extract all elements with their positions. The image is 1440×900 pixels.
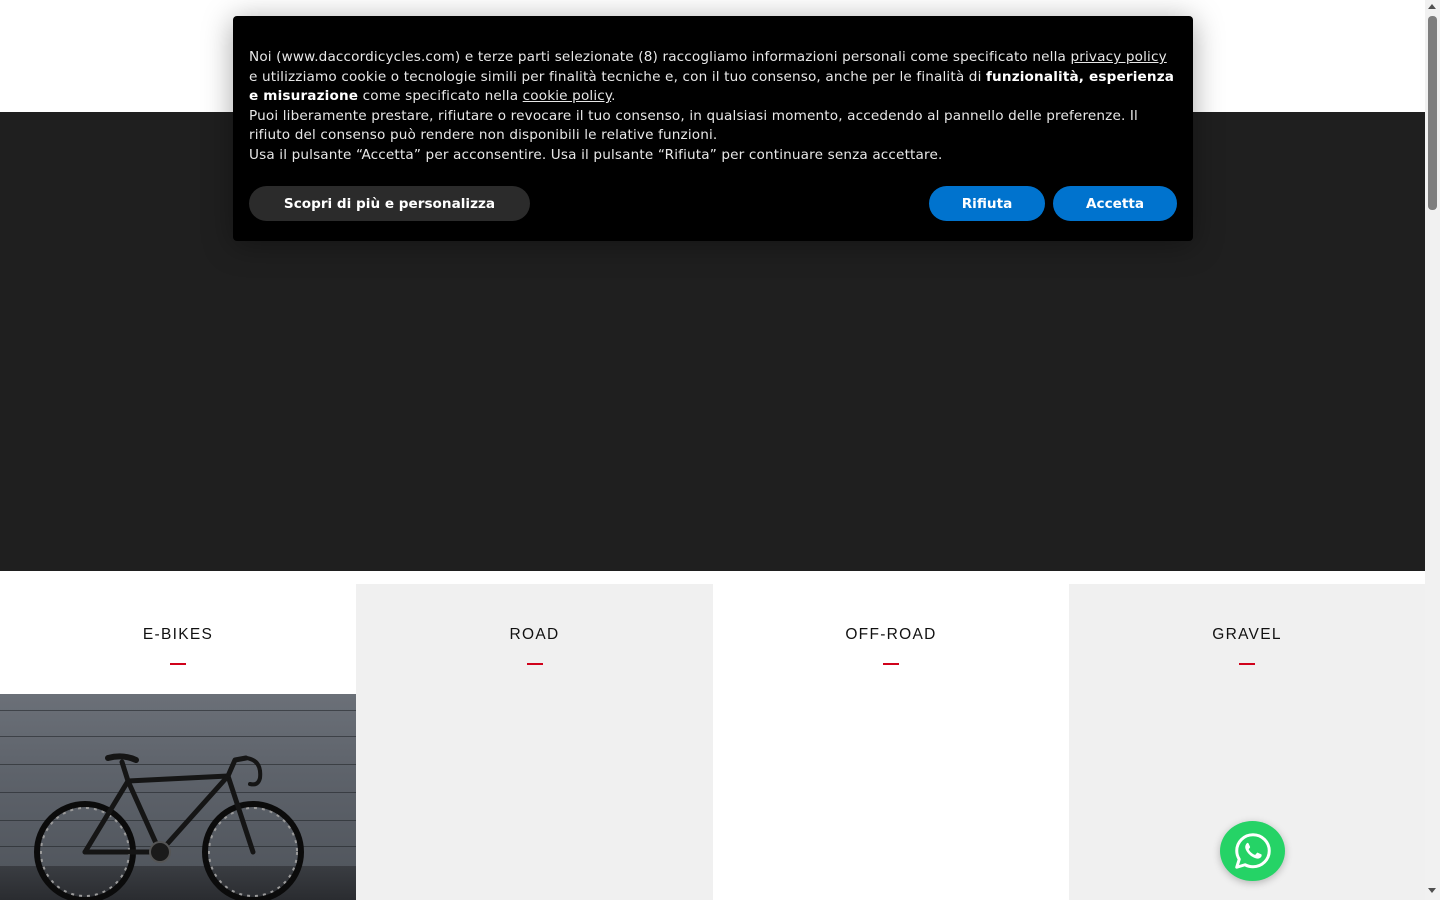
category-accent-dash bbox=[526, 663, 543, 665]
category-section: E-BIKES ROAD OFF-ROAD GRAVEL bbox=[0, 571, 1425, 900]
cookie-paragraph-consent: Puoi liberamente prestare, rifiutare o r… bbox=[249, 107, 1138, 144]
bicycle-icon bbox=[34, 753, 304, 900]
category-card-e-bikes[interactable]: E-BIKES bbox=[0, 584, 356, 900]
category-accent-dash bbox=[1239, 663, 1255, 665]
whatsapp-icon bbox=[1235, 833, 1271, 869]
reject-button[interactable]: Rifiuta bbox=[929, 186, 1045, 221]
accept-button[interactable]: Accetta bbox=[1053, 186, 1177, 221]
cookie-policy-link[interactable]: cookie policy bbox=[523, 88, 611, 104]
category-title: E-BIKES bbox=[142, 626, 214, 643]
cookie-text-segment: . bbox=[611, 88, 616, 105]
scroll-down-arrow-icon[interactable] bbox=[1428, 888, 1436, 893]
category-card-road[interactable]: ROAD bbox=[356, 584, 713, 900]
cookie-text-segment: e utilizziamo cookie o tecnologie simili… bbox=[249, 68, 986, 85]
cookie-consent-banner: Noi (www.daccordicycles.com) e terze par… bbox=[233, 16, 1193, 241]
cookie-text-segment: Noi (www.daccordicycles.com) e terze par… bbox=[249, 49, 1071, 65]
category-title: OFF-ROAD bbox=[845, 626, 937, 643]
scrollbar-thumb[interactable] bbox=[1428, 16, 1437, 210]
privacy-policy-link[interactable]: privacy policy bbox=[1070, 49, 1166, 65]
category-card-off-road[interactable]: OFF-ROAD bbox=[713, 584, 1069, 900]
category-title: ROAD bbox=[509, 626, 560, 643]
whatsapp-chat-button[interactable] bbox=[1220, 821, 1285, 881]
learn-more-customize-button[interactable]: Scopri di più e personalizza bbox=[249, 186, 530, 221]
cookie-notice-text: Noi (www.daccordicycles.com) e terze par… bbox=[249, 48, 1179, 166]
scroll-up-arrow-icon[interactable] bbox=[1428, 4, 1436, 9]
category-accent-dash bbox=[170, 663, 186, 665]
category-title: GRAVEL bbox=[1212, 626, 1282, 643]
cookie-paragraph-buttons-info: Usa il pulsante “Accetta” per acconsenti… bbox=[249, 146, 943, 163]
road-bike-photo[interactable] bbox=[0, 694, 356, 900]
cookie-text-segment: come specificato nella bbox=[358, 88, 523, 105]
category-accent-dash bbox=[883, 663, 899, 665]
page-scrollbar[interactable] bbox=[1425, 0, 1440, 900]
cookie-paragraph-intro: Noi (www.daccordicycles.com) e terze par… bbox=[249, 48, 1179, 107]
